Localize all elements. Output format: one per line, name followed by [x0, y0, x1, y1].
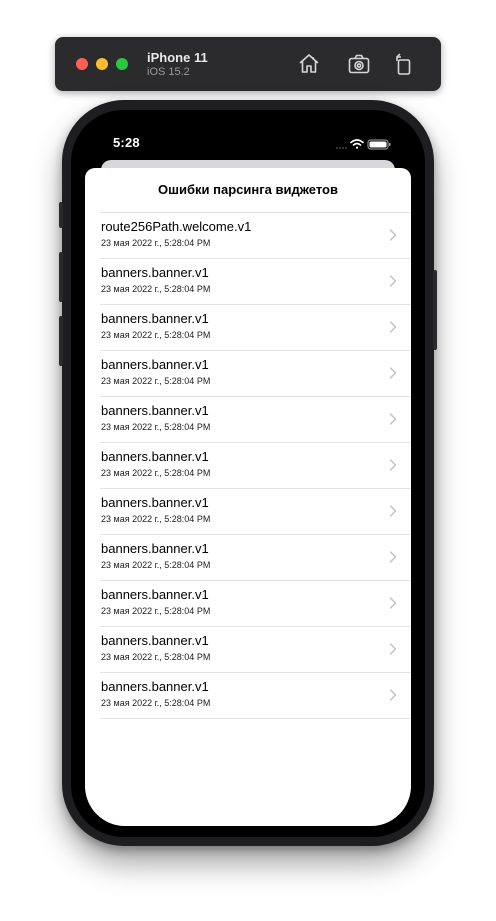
list-item-title: banners.banner.v1	[101, 541, 209, 556]
list-item-title: banners.banner.v1	[101, 265, 209, 280]
camera-icon	[347, 52, 371, 76]
volume-up-button	[59, 252, 63, 302]
chevron-right-icon	[389, 597, 397, 609]
chevron-right-icon	[389, 413, 397, 425]
list-item-title: banners.banner.v1	[101, 449, 209, 464]
list-item[interactable]: route256Path.welcome.v1 23 мая 2022 г., …	[100, 213, 411, 259]
list-item-timestamp: 23 мая 2022 г., 5:28:04 PM	[101, 330, 211, 340]
chevron-right-icon	[389, 459, 397, 471]
chevron-right-icon	[389, 229, 397, 241]
list-item-timestamp: 23 мая 2022 г., 5:28:04 PM	[101, 514, 211, 524]
device-screen: 5:28 Ошибки парсинга виджетов route256Pa…	[85, 123, 411, 826]
error-list: route256Path.welcome.v1 23 мая 2022 г., …	[100, 212, 411, 719]
list-item-title: banners.banner.v1	[101, 403, 209, 418]
list-item[interactable]: banners.banner.v1 23 мая 2022 г., 5:28:0…	[100, 351, 411, 397]
chevron-right-icon	[389, 367, 397, 379]
close-window-button[interactable]	[76, 58, 88, 70]
list-item-timestamp: 23 мая 2022 г., 5:28:04 PM	[101, 560, 211, 570]
zoom-window-button[interactable]	[116, 58, 128, 70]
chevron-right-icon	[389, 689, 397, 701]
list-item-title: route256Path.welcome.v1	[101, 219, 252, 234]
modal-sheet: Ошибки парсинга виджетов route256Path.we…	[85, 168, 411, 826]
list-item[interactable]: banners.banner.v1 23 мая 2022 г., 5:28:0…	[100, 443, 411, 489]
list-item[interactable]: banners.banner.v1 23 мая 2022 г., 5:28:0…	[100, 259, 411, 305]
cellular-signal-icon	[336, 147, 347, 149]
chevron-right-icon	[389, 505, 397, 517]
simulator-toolbar: iPhone 11 iOS 15.2	[55, 37, 441, 91]
os-version: iOS 15.2	[147, 66, 190, 78]
status-time: 5:28	[113, 135, 140, 150]
list-item-title: banners.banner.v1	[101, 357, 209, 372]
list-item-timestamp: 23 мая 2022 г., 5:28:04 PM	[101, 468, 211, 478]
list-item-title: banners.banner.v1	[101, 587, 209, 602]
minimize-window-button[interactable]	[96, 58, 108, 70]
home-icon	[297, 52, 321, 76]
list-item-timestamp: 23 мая 2022 г., 5:28:04 PM	[101, 376, 211, 386]
list-item-timestamp: 23 мая 2022 г., 5:28:04 PM	[101, 284, 211, 294]
simulator-window: iPhone 11 iOS 15.2 5:28 Ошибки парсинга …	[0, 0, 496, 921]
rotate-button[interactable]	[392, 52, 416, 76]
silent-switch	[59, 202, 63, 228]
wifi-icon	[350, 139, 364, 149]
status-icons	[333, 137, 393, 150]
list-item-timestamp: 23 мая 2022 г., 5:28:04 PM	[101, 698, 211, 708]
list-item[interactable]: banners.banner.v1 23 мая 2022 г., 5:28:0…	[100, 673, 411, 719]
list-item-timestamp: 23 мая 2022 г., 5:28:04 PM	[101, 652, 211, 662]
power-button	[433, 270, 437, 350]
list-item-title: banners.banner.v1	[101, 495, 209, 510]
device-name: iPhone 11	[147, 50, 208, 65]
list-item-title: banners.banner.v1	[101, 633, 209, 648]
home-button[interactable]	[297, 52, 321, 76]
list-item-title: banners.banner.v1	[101, 679, 209, 694]
chevron-right-icon	[389, 551, 397, 563]
list-item-timestamp: 23 мая 2022 г., 5:28:04 PM	[101, 422, 211, 432]
chevron-right-icon	[389, 321, 397, 333]
list-item-timestamp: 23 мая 2022 г., 5:28:04 PM	[101, 238, 211, 248]
list-item[interactable]: banners.banner.v1 23 мая 2022 г., 5:28:0…	[100, 627, 411, 673]
rotate-icon	[392, 52, 416, 76]
list-item[interactable]: banners.banner.v1 23 мая 2022 г., 5:28:0…	[100, 305, 411, 351]
list-item-title: banners.banner.v1	[101, 311, 209, 326]
battery-icon	[367, 139, 391, 150]
page-title: Ошибки парсинга виджетов	[158, 182, 338, 197]
screenshot-button[interactable]	[347, 52, 371, 76]
list-item[interactable]: banners.banner.v1 23 мая 2022 г., 5:28:0…	[100, 489, 411, 535]
list-item-timestamp: 23 мая 2022 г., 5:28:04 PM	[101, 606, 211, 616]
list-item[interactable]: banners.banner.v1 23 мая 2022 г., 5:28:0…	[100, 535, 411, 581]
list-item[interactable]: banners.banner.v1 23 мая 2022 г., 5:28:0…	[100, 581, 411, 627]
chevron-right-icon	[389, 275, 397, 287]
volume-down-button	[59, 316, 63, 366]
list-item[interactable]: banners.banner.v1 23 мая 2022 г., 5:28:0…	[100, 397, 411, 443]
chevron-right-icon	[389, 643, 397, 655]
